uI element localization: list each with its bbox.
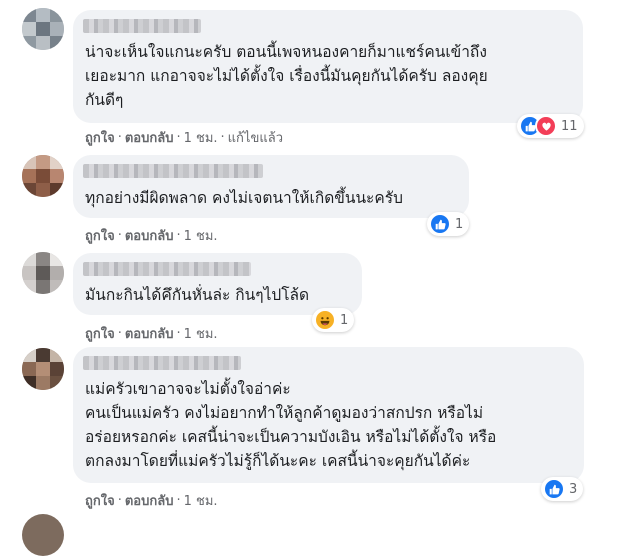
separator-dot: ·	[176, 228, 181, 243]
comment-bubble: มันกะกินได้คึกันหั่นล่ะ กินๆไปโล้ด	[73, 253, 362, 315]
separator-dot: ·	[117, 228, 122, 243]
separator-dot: ·	[117, 493, 122, 508]
love-icon	[535, 115, 557, 137]
like-action[interactable]: ถูกใจ	[85, 131, 115, 146]
author-name-blurred[interactable]	[83, 262, 251, 276]
avatar[interactable]	[22, 348, 64, 390]
like-action[interactable]: ถูกใจ	[85, 494, 115, 509]
comment-bubble: แม่ครัวเขาอาจจะไม่ตั้งใจอ่าค่ะ คนเป็นแม่…	[73, 347, 584, 483]
avatar[interactable]	[22, 514, 64, 556]
reaction-summary[interactable]: 1	[427, 212, 470, 236]
comment-text: แม่ครัวเขาอาจจะไม่ตั้งใจอ่าค่ะ คนเป็นแม่…	[85, 380, 497, 470]
comment-text: มันกะกินได้คึกันหั่นล่ะ กินๆไปโล้ด	[85, 286, 310, 304]
like-icon	[543, 478, 565, 500]
avatar[interactable]	[22, 155, 64, 197]
separator-dot: ·	[220, 130, 225, 145]
separator-dot: ·	[176, 493, 181, 508]
separator-dot: ·	[117, 130, 122, 145]
reaction-count: 11	[561, 118, 578, 134]
reply-action[interactable]: ตอบกลับ	[125, 229, 174, 244]
like-action[interactable]: ถูกใจ	[85, 229, 115, 244]
comment-text: ทุกอย่างมีผิดพลาด คงไม่เจตนาให้เกิดขึ้นน…	[85, 189, 403, 207]
comment-bubble: ทุกอย่างมีผิดพลาด คงไม่เจตนาให้เกิดขึ้นน…	[73, 155, 469, 218]
reaction-summary[interactable]: 3	[541, 477, 584, 501]
reaction-count: 1	[455, 216, 464, 232]
reply-action[interactable]: ตอบกลับ	[125, 327, 174, 342]
reply-action[interactable]: ตอบกลับ	[125, 494, 174, 509]
timestamp[interactable]: 1 ชม.	[184, 327, 218, 342]
separator-dot: ·	[176, 326, 181, 341]
separator-dot: ·	[176, 130, 181, 145]
author-name-blurred[interactable]	[83, 19, 201, 33]
comment-actions: ถูกใจ · ตอบกลับ · 1 ชม.	[85, 490, 218, 511]
author-name-blurred[interactable]	[83, 164, 263, 178]
comment-actions: ถูกใจ · ตอบกลับ · 1 ชม. · แก้ไขแล้ว	[85, 127, 283, 148]
reply-action[interactable]: ตอบกลับ	[125, 131, 174, 146]
comment-actions: ถูกใจ · ตอบกลับ · 1 ชม.	[85, 225, 218, 246]
separator-dot: ·	[117, 326, 122, 341]
timestamp[interactable]: 1 ชม.	[184, 494, 218, 509]
haha-icon	[314, 309, 336, 331]
like-action[interactable]: ถูกใจ	[85, 327, 115, 342]
timestamp[interactable]: 1 ชม.	[184, 229, 218, 244]
reaction-count: 3	[569, 481, 578, 497]
reaction-summary[interactable]: 1	[312, 308, 355, 332]
timestamp[interactable]: 1 ชม.	[184, 131, 218, 146]
author-name-blurred[interactable]	[83, 356, 241, 370]
reaction-summary[interactable]: 11	[517, 114, 584, 138]
like-icon	[429, 213, 451, 235]
reaction-count: 1	[340, 312, 349, 328]
edited-label[interactable]: แก้ไขแล้ว	[228, 131, 283, 146]
comment-bubble: น่าจะเห็นใจแกนะครับ ตอนนี้เพจหนองคายก็มา…	[73, 10, 583, 123]
avatar[interactable]	[22, 252, 64, 294]
avatar[interactable]	[22, 8, 64, 50]
comment-actions: ถูกใจ · ตอบกลับ · 1 ชม.	[85, 323, 218, 344]
comment-text: น่าจะเห็นใจแกนะครับ ตอนนี้เพจหนองคายก็มา…	[85, 43, 488, 109]
